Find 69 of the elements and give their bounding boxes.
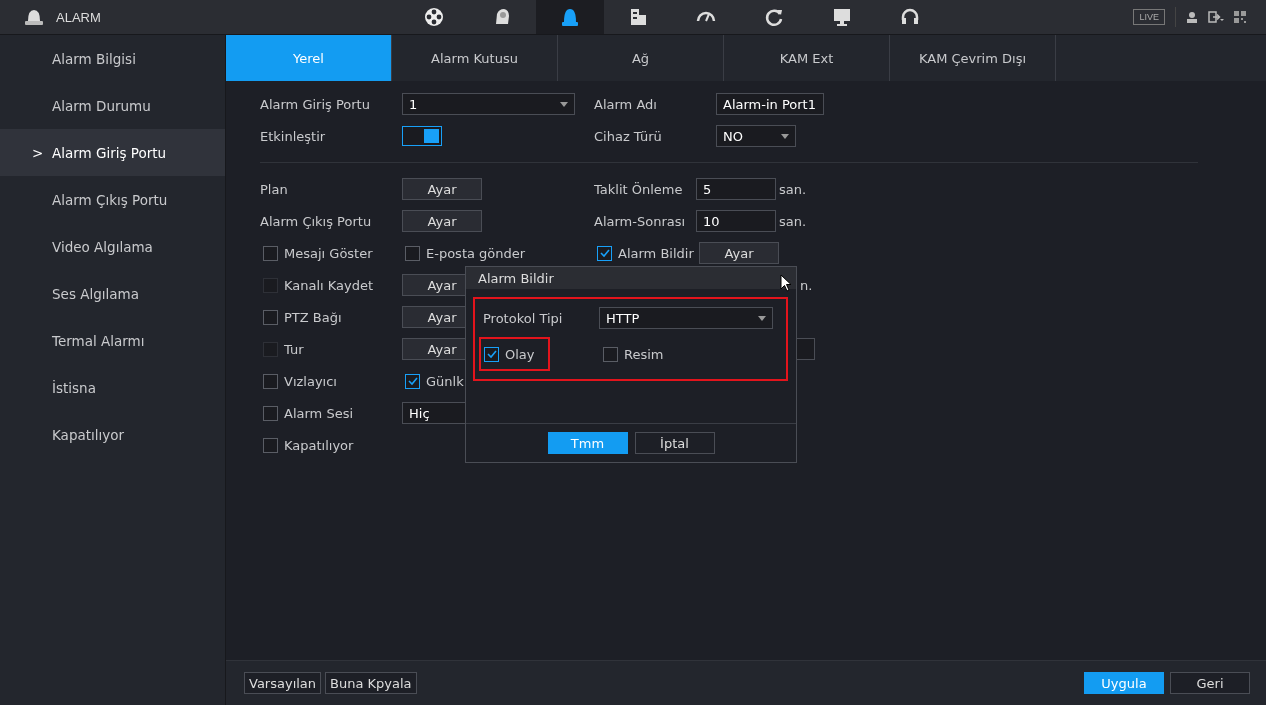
qr-code-icon[interactable] [1234,11,1246,23]
checkbox-label: Vızlayıcı [284,373,337,389]
dropdown[interactable]: 1 [402,93,575,115]
sidebar-item[interactable]: Alarm Bilgisi [0,35,225,82]
checkbox[interactable] [263,373,278,389]
input-field[interactable]: 10 [696,210,776,232]
field-label: Cihaz Türü [594,128,663,144]
field-label: Alarm Çıkış Portu [260,213,372,229]
field-label: Protokol Tipi [483,310,564,326]
input-field[interactable]: Alarm-in Port1 [716,93,824,115]
checkbox[interactable] [405,245,420,261]
checkbox[interactable] [484,346,499,362]
footer-button[interactable]: Geri [1170,672,1250,694]
checkbox[interactable] [263,437,278,453]
checkbox-label: E-posta gönder [426,245,526,261]
checkbox-label: Resim [624,346,664,362]
sidebar-item[interactable]: Ses Algılama [0,270,225,317]
sidebar-item[interactable]: > Alarm Giriş Portu [0,129,225,176]
dialog-title: Alarm Bildir [466,267,796,289]
sidebar-item[interactable]: Alarm Çıkış Portu [0,176,225,223]
caret-icon [758,315,766,321]
checkbox[interactable] [263,245,278,261]
checkbox-label: Olay [505,346,535,362]
field-label: Alarm-Sonrası [594,213,687,229]
sidebar-item[interactable]: Video Algılama [0,223,225,270]
checkbox[interactable] [405,373,420,389]
settings-button[interactable]: Ayar [402,210,482,232]
sidebar-item[interactable]: Alarm Durumu [0,82,225,129]
checkbox[interactable] [597,245,612,261]
live-button[interactable]: LIVE [1133,9,1165,25]
footer-button[interactable]: Buna Kpyala [325,672,417,694]
checkbox-label: PTZ Bağı [284,309,342,325]
alarm-light-icon [22,7,46,27]
sidebar-item[interactable]: Kapatılıyor [0,411,225,458]
sidebar-item[interactable]: Termal Alarmı [0,317,225,364]
sidebar-item[interactable]: İstisna [0,364,225,411]
footer-button[interactable]: Varsayılan [244,672,322,694]
logout-icon[interactable] [1208,11,1224,23]
input-field[interactable]: 5 [696,178,776,200]
settings-button[interactable]: Ayar [699,242,779,264]
field-label: Plan [260,181,288,197]
unit-label: san. [779,213,807,229]
checkbox-label: Alarm Bildir [618,245,694,261]
field-label: Taklit Önleme [594,181,684,197]
toggle-switch[interactable] [402,126,442,146]
field-label: Alarm Giriş Portu [260,96,370,112]
alarm-icon[interactable] [536,0,604,34]
caret-icon [560,101,568,107]
checkbox-label: Mesajı Göster [284,245,373,261]
unit-label: san. [779,181,807,197]
dropdown[interactable]: HTTP [599,307,773,329]
user-icon[interactable] [1186,11,1198,23]
checkbox-label: Alarm Sesi [284,405,354,421]
checkbox[interactable] [263,405,278,421]
dialog-button[interactable]: İptal [634,432,715,454]
unit-label: n. [800,277,813,293]
dropdown[interactable]: NO [716,125,796,147]
field-label: Etkinleştir [260,128,326,144]
field-label: Alarm Adı [594,96,658,112]
mouse-pointer-icon [780,274,792,292]
checkbox-label: Kapatılıyor [284,437,354,453]
settings-button[interactable]: Ayar [402,178,482,200]
checkbox[interactable] [263,309,278,325]
checkbox-label: Kanalı Kaydet [284,277,374,293]
caret-icon [781,133,789,139]
checkbox-label: Tur [284,341,304,357]
checkbox-label: Günlk [426,373,464,389]
app-title: ALARM [56,9,101,25]
checkbox[interactable] [603,346,618,362]
